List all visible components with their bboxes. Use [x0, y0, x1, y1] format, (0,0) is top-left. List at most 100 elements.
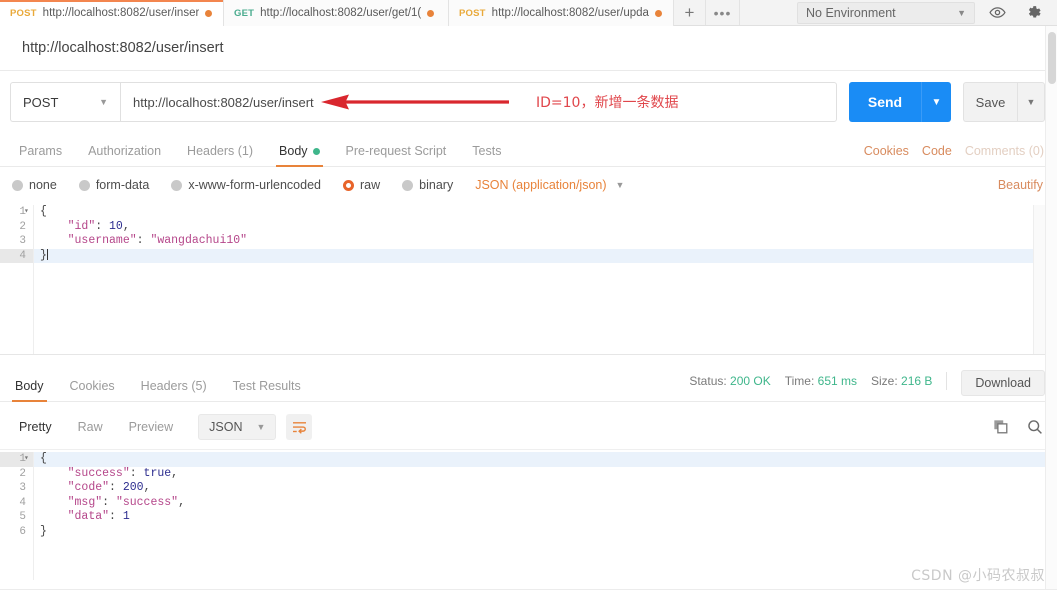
line-number: 3 — [19, 235, 26, 247]
window-scrollbar[interactable] — [1045, 26, 1057, 593]
response-editor-gutter: 1 2 3 4 5 6 ▾ — [0, 452, 34, 580]
comments-link[interactable]: Comments (0) — [965, 144, 1044, 158]
request-section-tabs: Params Authorization Headers (1) Body Pr… — [0, 133, 1057, 167]
annotation-text: ID=10，新增一条数据 — [536, 95, 679, 111]
body-type-urlencoded[interactable]: x-www-form-urlencoded — [171, 178, 321, 192]
url-input-value: http://localhost:8082/user/insert — [133, 94, 314, 110]
body-type-raw[interactable]: raw — [343, 178, 380, 192]
response-tab-cookies[interactable]: Cookies — [57, 379, 128, 401]
request-tab-1-method: POST — [10, 7, 37, 19]
request-editor-code[interactable]: { "id": 10, "username": "wangdachui10" } — [34, 205, 1045, 354]
request-editor-scrollbar[interactable] — [1033, 205, 1045, 354]
view-tab-raw[interactable]: Raw — [65, 414, 116, 440]
gear-icon — [1028, 6, 1041, 18]
search-icon — [1028, 420, 1042, 434]
response-format-select[interactable]: JSON ▼ — [198, 414, 277, 440]
request-tab-1[interactable]: POST http://localhost:8082/user/inser — [0, 0, 224, 26]
response-tab-test-results[interactable]: Test Results — [220, 379, 314, 401]
save-options-button[interactable]: ▼ — [1017, 82, 1045, 122]
body-type-binary[interactable]: binary — [402, 178, 453, 192]
view-tab-preview[interactable]: Preview — [116, 414, 186, 440]
radio-icon — [78, 179, 90, 191]
status-label: Status: — [689, 374, 727, 388]
response-body-viewer[interactable]: 1 2 3 4 5 6 ▾ { "success": true, "code":… — [0, 452, 1045, 580]
code-line: "success": true, — [67, 466, 179, 480]
request-tab-bar: POST http://localhost:8082/user/inser GE… — [0, 0, 1057, 26]
time-value: 651 ms — [817, 374, 858, 388]
body-type-none-label: none — [29, 178, 57, 192]
search-button[interactable] — [1025, 417, 1045, 437]
response-tab-body[interactable]: Body — [2, 379, 57, 402]
request-body-editor[interactable]: 1 2 3 4 ▾ { "id": 10, "username": "wangd… — [0, 205, 1045, 355]
body-type-binary-label: binary — [419, 178, 454, 192]
tab-body[interactable]: Body — [266, 144, 333, 167]
scrollbar-thumb[interactable] — [1048, 32, 1056, 84]
response-tab-body-label: Body — [15, 379, 44, 393]
tab-tests[interactable]: Tests — [459, 144, 514, 166]
response-format-label: JSON — [209, 420, 243, 434]
tab-params[interactable]: Params — [6, 144, 75, 166]
send-options-button[interactable]: ▼ — [921, 82, 951, 122]
line-number: 6 — [19, 525, 26, 538]
tab-overflow-menu-button[interactable]: ••• — [706, 0, 740, 25]
code-link[interactable]: Code — [922, 144, 952, 158]
code-line: "id": 10, — [67, 219, 130, 233]
word-wrap-button[interactable] — [286, 414, 313, 440]
save-button[interactable]: Save — [963, 82, 1017, 122]
radio-selected-icon — [343, 179, 354, 191]
fold-arrow-icon[interactable]: ▾ — [24, 206, 29, 216]
body-type-form-data[interactable]: form-data — [78, 178, 150, 192]
send-button[interactable]: Send — [849, 82, 921, 122]
response-tab-headers[interactable]: Headers (5) — [128, 379, 220, 401]
eye-icon — [988, 7, 1006, 18]
response-tab-cookies-label: Cookies — [69, 379, 115, 393]
body-format-label: JSON (application/json) — [475, 178, 607, 192]
settings-button[interactable] — [1019, 1, 1047, 25]
http-method-select[interactable]: POST ▼ — [10, 82, 120, 122]
beautify-button[interactable]: Beautify — [998, 178, 1043, 192]
environment-select[interactable]: No Environment ▼ — [797, 1, 975, 24]
request-tab-3[interactable]: POST http://localhost:8082/user/upda — [449, 0, 674, 26]
body-format-select[interactable]: JSON (application/json) ▼ — [475, 178, 624, 192]
response-meta: Status: 200 OK Time: 651 ms Size: 216 B … — [689, 368, 1057, 401]
new-tab-button[interactable]: + — [674, 0, 706, 25]
unsaved-dot-icon — [205, 9, 213, 17]
body-type-none[interactable]: none — [12, 178, 57, 192]
unsaved-dot-icon — [654, 9, 662, 17]
code-line: "data": 1 — [67, 510, 130, 523]
radio-icon — [402, 179, 414, 191]
download-button[interactable]: Download — [961, 370, 1045, 396]
tabbar-right-group: No Environment ▼ — [797, 0, 1057, 25]
tab-authorization[interactable]: Authorization — [75, 144, 174, 166]
request-tab-2-method: GET — [234, 7, 255, 19]
tab-headers[interactable]: Headers (1) — [174, 144, 266, 166]
tab-headers-label: Headers (1) — [187, 144, 254, 158]
code-line: { — [40, 205, 47, 218]
environment-quick-look-button[interactable] — [983, 1, 1011, 25]
http-method-label: POST — [23, 94, 59, 110]
radio-icon — [12, 179, 23, 191]
divider — [946, 372, 948, 390]
line-number: 2 — [19, 467, 26, 480]
body-type-form-data-label: form-data — [95, 178, 150, 192]
tab-pre-request-script-label: Pre-request Script — [345, 144, 447, 158]
environment-label: No Environment — [806, 5, 896, 20]
tab-pre-request-script[interactable]: Pre-request Script — [333, 144, 460, 166]
view-tab-pretty[interactable]: Pretty — [6, 414, 65, 440]
response-view-toolbar: Pretty Raw Preview JSON ▼ — [0, 405, 1057, 450]
line-number: 3 — [19, 482, 26, 494]
request-tab-1-url: http://localhost:8082/user/inser — [42, 7, 200, 19]
copy-button[interactable] — [991, 417, 1011, 437]
request-tab-2[interactable]: GET http://localhost:8082/user/get/1( — [224, 0, 449, 26]
url-input[interactable]: http://localhost:8082/user/insert ID=10，… — [120, 82, 837, 122]
cookies-link[interactable]: Cookies — [864, 144, 909, 158]
size-group: Size: 216 B — [871, 374, 932, 388]
copy-icon — [994, 420, 1008, 434]
fold-arrow-icon[interactable]: ▾ — [24, 453, 29, 463]
request-tabs-links: Cookies Code Comments (0) — [864, 144, 1057, 166]
tab-body-label: Body — [279, 144, 308, 158]
time-label: Time: — [784, 374, 815, 388]
body-type-raw-label: raw — [360, 178, 381, 192]
request-tab-3-method: POST — [459, 7, 486, 19]
status-group: Status: 200 OK — [689, 374, 770, 388]
